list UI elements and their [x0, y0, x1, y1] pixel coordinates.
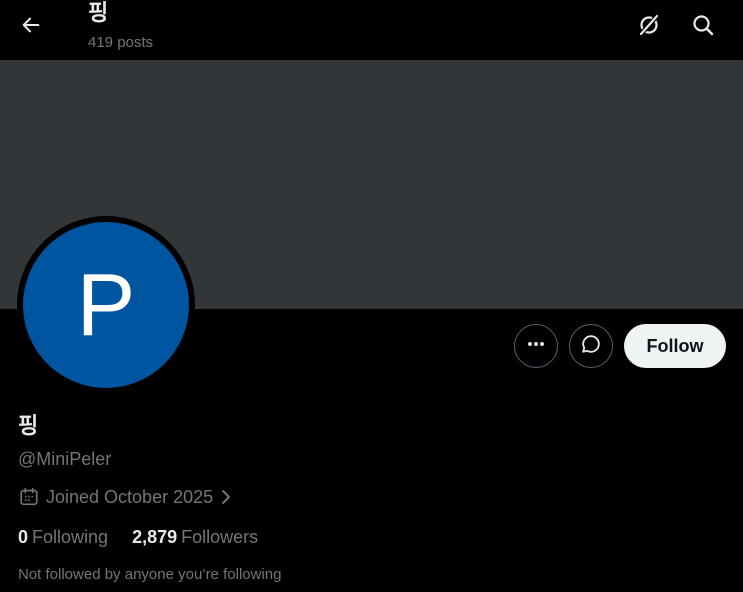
posts-count: 419 posts [88, 34, 154, 51]
followers-label: Followers [181, 527, 259, 547]
header-title: 핑 [88, 1, 109, 26]
more-dots-icon [526, 334, 546, 359]
following-link[interactable]: 0 Following [18, 527, 108, 548]
header-title-block: 핑 419 posts [88, 0, 153, 52]
following-count: 0 [18, 527, 29, 547]
not-followed-notice: Not followed by anyone you’re following [18, 566, 282, 583]
search-button[interactable] [686, 10, 720, 44]
followers-count: 2,879 [132, 527, 178, 547]
grok-icon [637, 13, 661, 42]
avatar-letter: P [76, 255, 136, 354]
follow-stats: 0 Following 2,879 Followers [18, 527, 282, 548]
arrow-left-icon [20, 14, 42, 41]
more-button[interactable] [514, 324, 558, 368]
top-bar: 핑 419 posts [0, 0, 743, 59]
message-button[interactable] [569, 324, 613, 368]
joined-text: Joined October 2025 [46, 486, 214, 507]
avatar[interactable]: P [23, 222, 189, 388]
profile-name: 핑 [18, 414, 39, 439]
message-icon [580, 333, 602, 360]
calendar-icon [18, 486, 40, 508]
follow-button[interactable]: Follow [624, 324, 726, 368]
followers-link[interactable]: 2,879 Followers [132, 527, 258, 548]
joined-date[interactable]: Joined October 2025 [18, 486, 233, 508]
following-label: Following [32, 527, 109, 547]
search-icon [691, 13, 715, 42]
grok-button[interactable] [632, 10, 666, 44]
profile-handle: @MiniPeler [18, 449, 112, 469]
chevron-right-icon [219, 488, 233, 506]
back-button[interactable] [14, 10, 48, 44]
